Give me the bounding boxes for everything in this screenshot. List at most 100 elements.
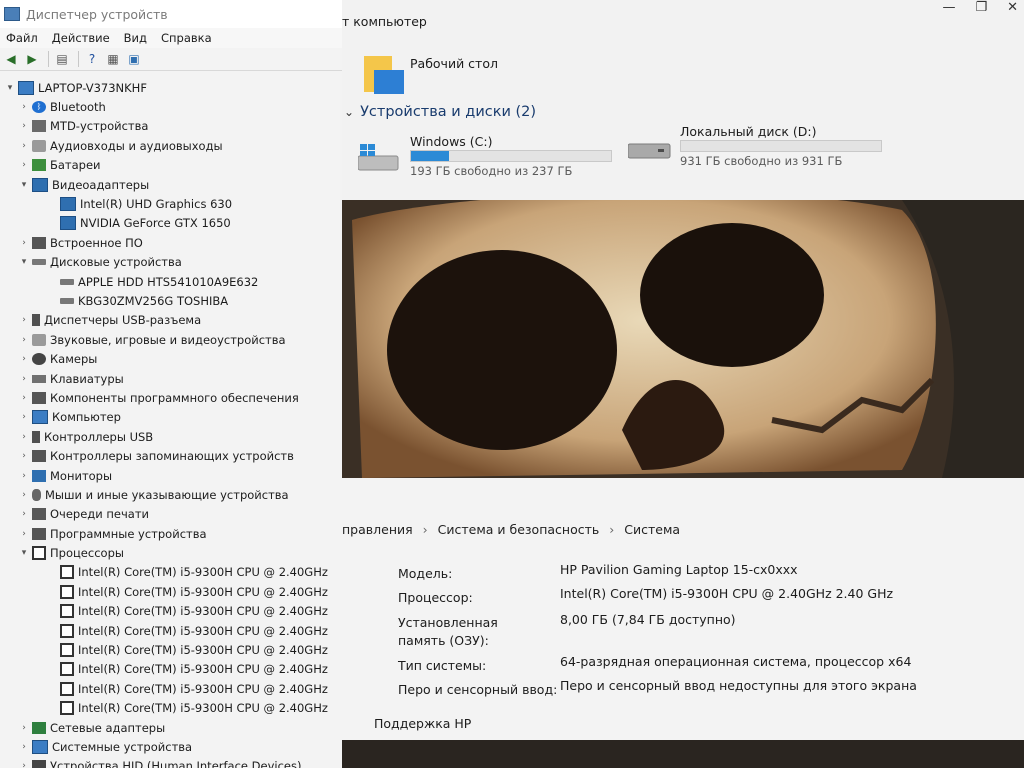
breadcrumb-item[interactable]: Система и безопасность xyxy=(438,522,600,537)
device-category[interactable]: › Клавиатуры xyxy=(0,369,342,388)
expand-right-icon[interactable]: › xyxy=(18,335,30,345)
device-item[interactable]: Intel(R) Core(TM) i5-9300H CPU @ 2.40GHz xyxy=(0,640,342,659)
expand-right-icon[interactable]: › xyxy=(18,160,30,170)
chevron-down-icon[interactable]: ⌄ xyxy=(344,105,354,119)
device-category[interactable]: › Компьютер xyxy=(0,408,342,427)
expand-right-icon[interactable]: › xyxy=(18,393,30,403)
expand-right-icon[interactable]: › xyxy=(18,490,30,500)
breadcrumb-item[interactable]: правления xyxy=(342,522,413,537)
menu-help[interactable]: Справка xyxy=(161,31,212,45)
menu-file[interactable]: Файл xyxy=(6,31,38,45)
device-category[interactable]: › Батареи xyxy=(0,156,342,175)
expand-right-icon[interactable]: › xyxy=(18,451,30,461)
memory-value: 8,00 ГБ (7,84 ГБ доступно) xyxy=(560,612,736,627)
devices-section-header[interactable]: ⌄ Устройства и диски (2) xyxy=(342,104,536,120)
device-category[interactable]: › Сетевые адаптеры xyxy=(0,718,342,737)
tree-label: Сетевые адаптеры xyxy=(50,720,166,735)
hid-icon xyxy=(32,760,46,768)
device-category[interactable]: ▾ Процессоры xyxy=(0,543,342,562)
expand-right-icon[interactable]: › xyxy=(18,529,30,539)
window-controls: — ❐ ✕ xyxy=(942,0,1018,15)
expand-right-icon[interactable]: › xyxy=(18,761,30,768)
device-item[interactable]: Intel(R) UHD Graphics 630 xyxy=(0,194,342,213)
tree-label: MTD-устройства xyxy=(50,119,149,134)
expand-right-icon[interactable]: › xyxy=(18,102,30,112)
expand-down-icon[interactable]: ▾ xyxy=(18,257,30,267)
device-category[interactable]: › Звуковые, игровые и видеоустройства xyxy=(0,330,342,349)
device-category[interactable]: › Очереди печати xyxy=(0,505,342,524)
expand-right-icon[interactable]: › xyxy=(18,374,30,384)
desktop-folder-label[interactable]: Рабочий стол xyxy=(410,56,498,71)
device-category[interactable]: ▾ Дисковые устройства xyxy=(0,253,342,272)
device-item[interactable]: APPLE HDD HTS541010A9E632 xyxy=(0,272,342,291)
help-icon[interactable]: ? xyxy=(83,50,101,68)
device-item[interactable]: Intel(R) Core(TM) i5-9300H CPU @ 2.40GHz xyxy=(0,563,342,582)
expand-right-icon[interactable]: › xyxy=(18,723,30,733)
expand-right-icon[interactable]: › xyxy=(18,412,30,422)
device-category[interactable]: › Мониторы xyxy=(0,466,342,485)
disk-icon xyxy=(60,278,74,285)
tree-label: Процессоры xyxy=(50,546,124,561)
breadcrumb: правления › Система и безопасность › Сис… xyxy=(342,522,680,537)
device-category[interactable]: › Диспетчеры USB-разъема xyxy=(0,311,342,330)
tree-root[interactable]: ▾ LAPTOP-V373NKHF xyxy=(0,78,342,97)
skull-wallpaper-image xyxy=(342,200,1024,478)
device-category[interactable]: › Программные устройства xyxy=(0,524,342,543)
device-category[interactable]: › Системные устройства xyxy=(0,737,342,756)
expand-down-icon[interactable]: ▾ xyxy=(18,548,30,558)
tree-label: Звуковые, игровые и видеоустройства xyxy=(50,332,286,347)
device-category[interactable]: › Контроллеры USB xyxy=(0,427,342,446)
device-category[interactable]: › MTD-устройства xyxy=(0,117,342,136)
expand-down-icon[interactable]: ▾ xyxy=(4,83,16,93)
breadcrumb-separator-icon: › xyxy=(609,522,615,537)
properties-icon[interactable]: ▤ xyxy=(53,50,71,68)
expand-right-icon[interactable]: › xyxy=(18,315,30,325)
device-item[interactable]: NVIDIA GeForce GTX 1650 xyxy=(0,214,342,233)
expand-right-icon[interactable]: › xyxy=(18,471,30,481)
processor-icon xyxy=(60,662,74,677)
expand-right-icon[interactable]: › xyxy=(18,121,30,131)
expand-right-icon[interactable]: › xyxy=(18,141,30,151)
expand-right-icon[interactable]: › xyxy=(18,509,30,519)
disk-icon xyxy=(32,259,46,266)
device-category[interactable]: › Аудиовходы и аудиовыходы xyxy=(0,136,342,155)
menu-bar: Файл Действие Вид Справка xyxy=(0,28,342,48)
menu-action[interactable]: Действие xyxy=(52,31,110,45)
expand-down-icon[interactable]: ▾ xyxy=(18,180,30,190)
device-category[interactable]: › Устройства HID (Human Interface Devices… xyxy=(0,757,342,768)
device-item[interactable]: Intel(R) Core(TM) i5-9300H CPU @ 2.40GHz xyxy=(0,582,342,601)
expand-right-icon[interactable]: › xyxy=(18,742,30,752)
breadcrumb-item[interactable]: Система xyxy=(624,522,680,537)
processor-icon xyxy=(60,681,74,696)
device-item[interactable]: Intel(R) Core(TM) i5-9300H CPU @ 2.40GHz xyxy=(0,621,342,640)
scan-hardware-icon[interactable]: ▣ xyxy=(125,50,143,68)
expand-right-icon[interactable]: › xyxy=(18,432,30,442)
device-category[interactable]: › Контроллеры запоминающих устройств xyxy=(0,446,342,465)
forward-icon[interactable]: ▶ xyxy=(23,50,41,68)
menu-view[interactable]: Вид xyxy=(124,31,147,45)
device-item[interactable]: Intel(R) Core(TM) i5-9300H CPU @ 2.40GHz xyxy=(0,699,342,718)
device-category[interactable]: ▾ Видеоадаптеры xyxy=(0,175,342,194)
close-icon[interactable]: ✕ xyxy=(1007,0,1018,15)
device-category[interactable]: › Компоненты программного обеспечения xyxy=(0,388,342,407)
minimize-icon[interactable]: — xyxy=(942,0,955,15)
back-icon[interactable]: ◀ xyxy=(2,50,20,68)
expand-right-icon[interactable]: › xyxy=(18,354,30,364)
device-category[interactable]: › Встроенное ПО xyxy=(0,233,342,252)
device-item[interactable]: KBG30ZMV256G TOSHIBA xyxy=(0,291,342,310)
desktop-folder-icon[interactable] xyxy=(364,52,404,96)
device-item[interactable]: Intel(R) Core(TM) i5-9300H CPU @ 2.40GHz xyxy=(0,602,342,621)
system-type-value: 64-разрядная операционная система, проце… xyxy=(560,654,912,669)
restore-icon[interactable]: ❐ xyxy=(975,0,987,15)
drive-c[interactable]: Windows (C:) 193 ГБ свободно из 237 ГБ xyxy=(358,134,618,184)
device-item[interactable]: Intel(R) Core(TM) i5-9300H CPU @ 2.40GHz xyxy=(0,660,342,679)
tree-label: Компоненты программного обеспечения xyxy=(50,390,299,405)
device-category[interactable]: › Камеры xyxy=(0,349,342,368)
expand-right-icon[interactable]: › xyxy=(18,238,30,248)
device-manager-window: Диспетчер устройств Файл Действие Вид Сп… xyxy=(0,0,343,768)
drive-d[interactable]: Локальный диск (D:) 931 ГБ свободно из 9… xyxy=(628,124,928,174)
device-category[interactable]: › ᛒ Bluetooth xyxy=(0,97,342,116)
details-icon[interactable]: ▦ xyxy=(104,50,122,68)
device-item[interactable]: Intel(R) Core(TM) i5-9300H CPU @ 2.40GHz xyxy=(0,679,342,698)
device-category[interactable]: › Мыши и иные указывающие устройства xyxy=(0,485,342,504)
